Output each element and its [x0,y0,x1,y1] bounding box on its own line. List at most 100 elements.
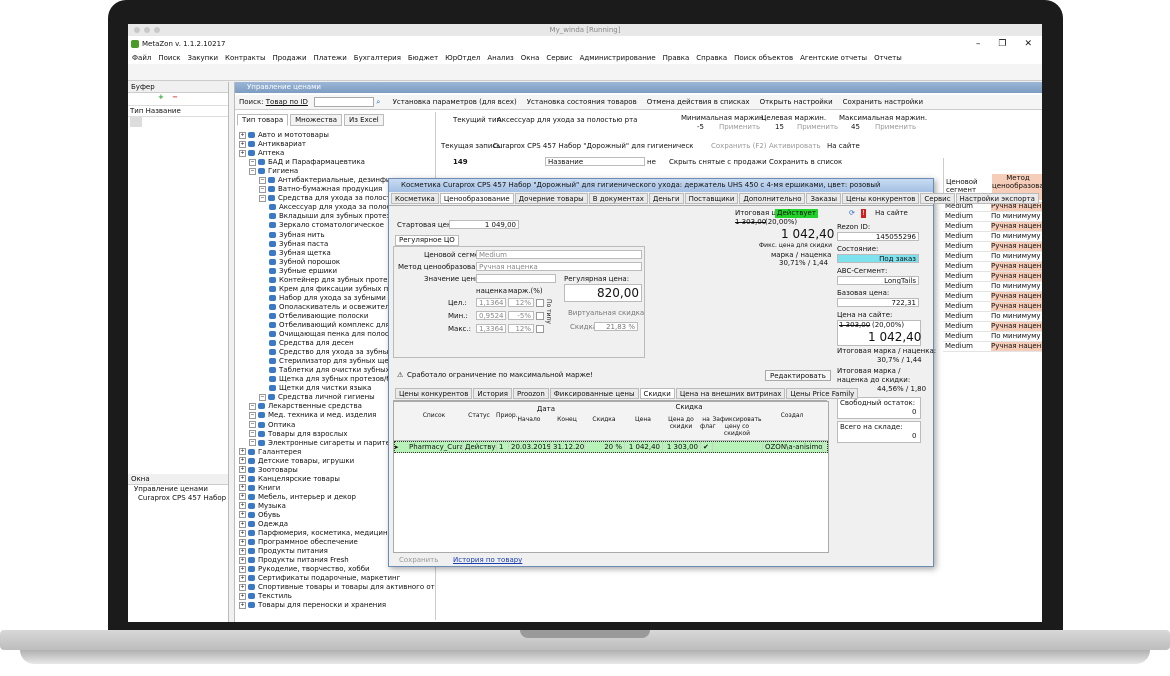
toolbar-button[interactable]: Сохранить настройки [843,98,923,106]
grid-row[interactable]: Medium По минимуму рь [943,252,1042,262]
save-f2-button[interactable]: Сохранить (F2) [711,142,767,151]
sub-tab[interactable]: Цена на внешних витринах [675,388,786,399]
grid-row[interactable]: Medium По минимуму рь [943,212,1042,222]
expand-icon[interactable]: − [249,167,256,175]
sub-tab[interactable]: Скидки [639,388,675,399]
expand-icon[interactable]: − [249,402,256,410]
discount-row[interactable]: ▸ Pharmacy_CuraproxДействует120.03.201931… [394,441,828,453]
expand-icon[interactable]: + [239,448,246,456]
on-site-button[interactable]: На сайте [827,142,860,151]
dialog-tab[interactable]: Цены конкурентов [842,193,920,204]
expand-icon[interactable]: + [239,538,246,546]
margin-checkbox[interactable] [536,312,544,320]
expand-icon[interactable]: − [249,411,256,419]
grid-row[interactable]: Medium Ручная наценка [943,222,1042,232]
grid-row[interactable]: Medium По минимуму рь [943,332,1042,342]
refresh-icon[interactable]: ⟳ [849,209,855,218]
menu-item[interactable]: Файл [132,52,151,64]
apply-button[interactable]: Применить [797,123,838,132]
dialog-tab[interactable]: Сервис [920,193,955,204]
expand-icon[interactable]: + [239,583,246,591]
dialog-tab[interactable]: Деньги [648,193,684,204]
method-select[interactable]: Ручная наценка [476,262,642,271]
expand-icon[interactable]: + [239,556,246,564]
expand-icon[interactable]: + [239,529,246,537]
expand-icon[interactable]: + [239,520,246,528]
filter-field-select[interactable]: Название [545,157,645,166]
grid-row[interactable]: Medium Ручная наценка [943,292,1042,302]
dialog-tab[interactable]: В документах [588,193,648,204]
toolbar-button[interactable]: Отмена действия в списках [647,98,750,106]
close-icon[interactable]: ✕ [1024,36,1032,52]
price-value-field[interactable] [476,274,556,283]
maximize-icon[interactable]: ❐ [998,36,1006,52]
toolbar-button[interactable]: Установка состояния товаров [527,98,637,106]
grid-row[interactable]: Medium Ручная наценка [943,272,1042,282]
expand-icon[interactable]: − [259,185,266,193]
expand-icon[interactable]: − [259,176,266,184]
toolbar-button[interactable]: Установка параметров (для всех) [393,98,517,106]
expand-icon[interactable]: + [239,493,246,501]
side-on-site-button[interactable]: На сайте [875,209,908,218]
expand-icon[interactable]: − [249,439,256,447]
expand-icon[interactable]: − [249,158,256,166]
expand-icon[interactable]: + [239,149,246,157]
menu-item[interactable]: Анализ [487,52,513,64]
tree-node[interactable]: − Гигиена [235,167,435,176]
minimize-icon[interactable]: – [976,36,981,52]
grid-row[interactable]: Medium По минимуму рь [943,282,1042,292]
expand-icon[interactable]: + [239,484,246,492]
sub-tab[interactable]: История [473,388,512,399]
history-link[interactable]: История по товару [453,556,522,565]
sub-tab[interactable]: Цены конкурентов [395,388,473,399]
grid-row[interactable]: Medium Ручная наценка [943,302,1042,312]
regular-tab[interactable]: Регулярное ЦО [395,235,459,246]
tree-node[interactable]: + Сертификаты подарочные, маркетинг [235,574,435,583]
save-button[interactable]: Сохранить [399,556,438,565]
not-checkbox-label[interactable]: не [647,158,656,167]
menu-item[interactable]: ЮрОтдел [445,52,480,64]
dialog-tab[interactable]: Поставщики [684,193,739,204]
menu-item[interactable]: Отчеты [874,52,902,64]
expand-icon[interactable]: + [239,574,246,582]
tree-node[interactable]: + Спортивные товары и товары для активног… [235,583,435,592]
dialog-tab[interactable]: Дополнительно [739,193,806,204]
search-input[interactable] [314,97,375,107]
menu-item[interactable]: Бюджет [408,52,438,64]
activate-button[interactable]: Активировать [769,142,821,151]
menu-item[interactable]: Продажи [273,52,307,64]
grid-row[interactable]: Medium Ручная наценка [943,342,1042,352]
menu-item[interactable]: Правка [663,52,690,64]
hide-removed-checkbox[interactable]: Скрыть снятые с продажи [669,158,767,167]
expand-icon[interactable]: + [239,592,246,600]
segment-select[interactable]: Medium [476,250,642,259]
tree-node[interactable]: + Аптека [235,149,435,158]
search-icon[interactable]: ⌕ [376,98,380,106]
search-mode[interactable]: Товар по ID [266,98,308,106]
expand-icon[interactable]: + [239,601,246,609]
flag-icon[interactable]: ! [861,209,866,218]
margin-pct-field[interactable]: 12% [508,298,534,307]
edit-button[interactable]: Редактировать [765,370,831,381]
markup-factor-field[interactable]: 0,9524 [476,311,506,320]
tree-tab[interactable]: Тип товара [237,114,289,126]
expand-icon[interactable]: + [239,475,246,483]
apply-button[interactable]: Применить [719,123,760,132]
menu-item[interactable]: Сервис [546,52,572,64]
grid-row[interactable]: Medium Ручная наценка [943,322,1042,332]
menu-item[interactable]: Справка [696,52,727,64]
tree-node[interactable]: + Текстиль [235,592,435,601]
expand-icon[interactable]: + [239,511,246,519]
remove-icon[interactable]: − [172,93,178,101]
virtual-discount-checkbox[interactable]: Виртуальная скидка [568,309,644,318]
discount-field[interactable]: 21,83 % [594,322,638,331]
expand-icon[interactable]: − [259,393,266,401]
sub-tab[interactable]: Фиксированные цены [549,388,639,399]
expand-icon[interactable]: − [249,421,256,428]
grid-row[interactable]: Medium По минимуму рь [943,232,1042,242]
grid-row[interactable]: Medium По минимуму рь [943,312,1042,322]
toolbar-button[interactable]: Открыть настройки [760,98,833,106]
tree-node[interactable]: + Товары для переноски и хранения [235,601,435,610]
markup-factor-field[interactable]: 1,1364 [476,298,506,307]
save-to-list-button[interactable]: Сохранить в список [769,158,842,167]
